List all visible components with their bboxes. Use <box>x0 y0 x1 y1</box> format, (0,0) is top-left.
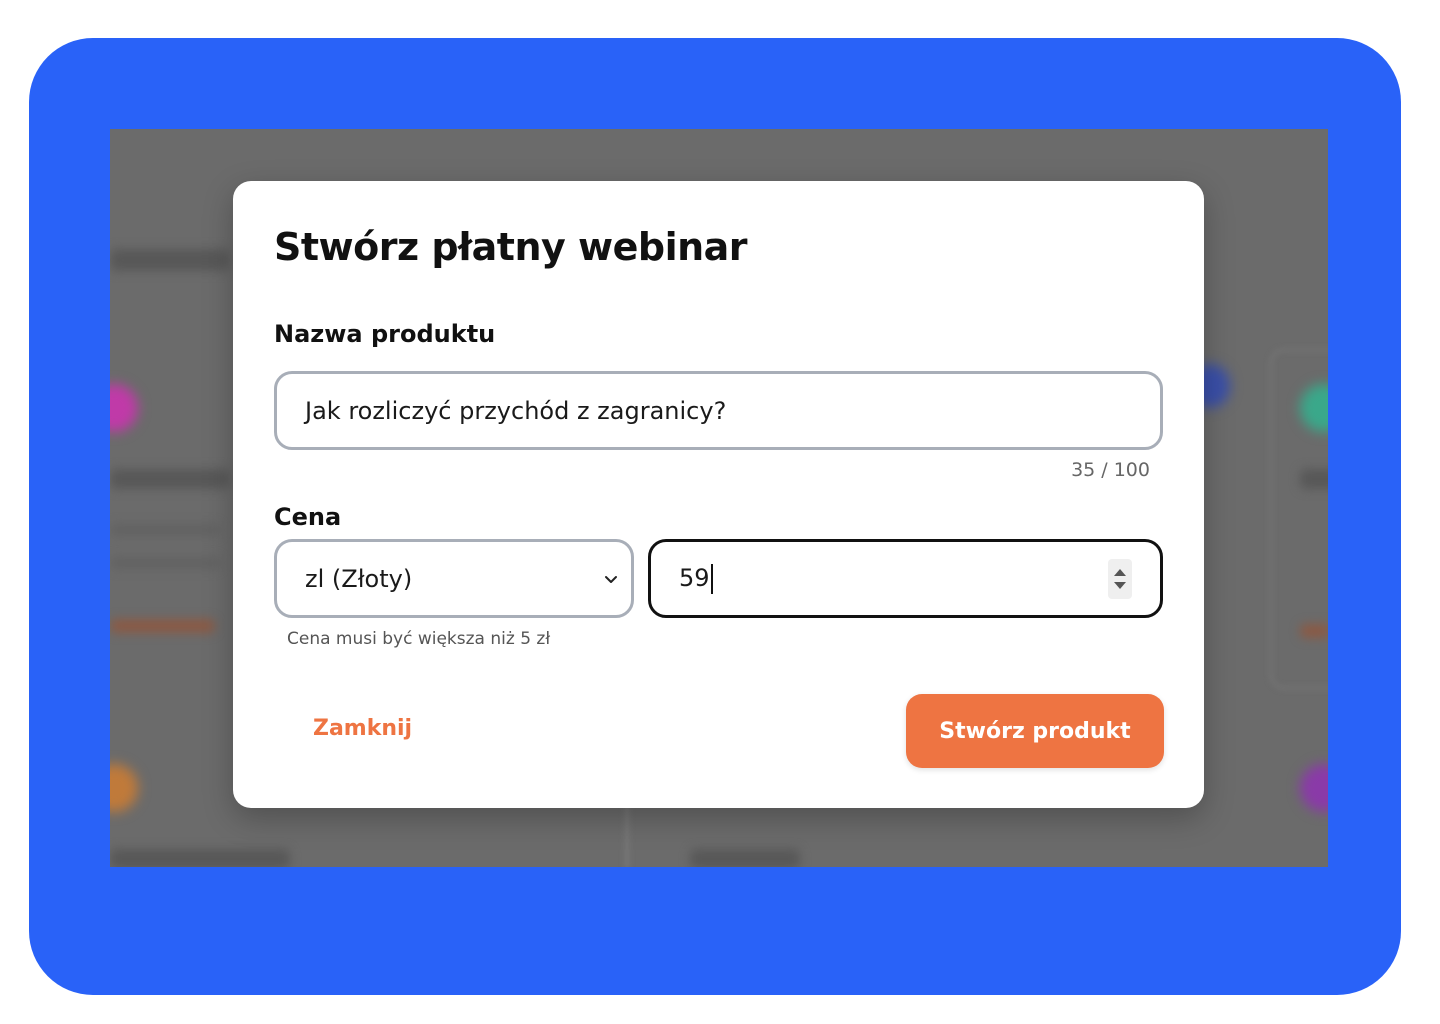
character-counter: 35 / 100 <box>1071 459 1150 481</box>
background-text <box>110 469 230 489</box>
background-text <box>110 524 220 536</box>
background-avatar <box>110 384 138 432</box>
price-hint: Cena musi być większa niż 5 zł <box>287 629 551 649</box>
spin-up-icon[interactable] <box>1114 568 1126 576</box>
create-product-button[interactable]: Stwórz produkt <box>906 694 1164 768</box>
background-link <box>110 619 215 633</box>
currency-selected-value: zl (Złoty) <box>305 564 413 593</box>
background-text <box>110 557 220 569</box>
price-stepper[interactable] <box>1108 558 1132 599</box>
background-text <box>690 849 800 867</box>
background-text <box>1300 469 1328 489</box>
text-caret <box>710 563 713 594</box>
background-heading <box>110 249 230 271</box>
spin-down-icon[interactable] <box>1114 581 1126 589</box>
create-webinar-dialog: Stwórz płatny webinar Nazwa produktu Jak… <box>233 181 1204 808</box>
product-name-value: Jak rozliczyć przychód z zagranicy? <box>305 396 727 425</box>
price-label: Cena <box>274 503 342 531</box>
close-button[interactable]: Zamknij <box>313 716 412 741</box>
product-name-label: Nazwa produktu <box>274 320 496 348</box>
chevron-down-icon <box>605 575 617 583</box>
product-name-input[interactable]: Jak rozliczyć przychód z zagranicy? <box>274 371 1163 450</box>
price-value: 59 <box>679 563 710 592</box>
background-avatar <box>1300 764 1328 812</box>
background-link <box>1300 624 1328 638</box>
price-input[interactable]: 59 <box>648 539 1163 618</box>
currency-select[interactable]: zl (Złoty) <box>274 539 634 618</box>
background-text <box>110 849 290 867</box>
dialog-title: Stwórz płatny webinar <box>274 225 748 269</box>
background-avatar <box>110 764 138 812</box>
